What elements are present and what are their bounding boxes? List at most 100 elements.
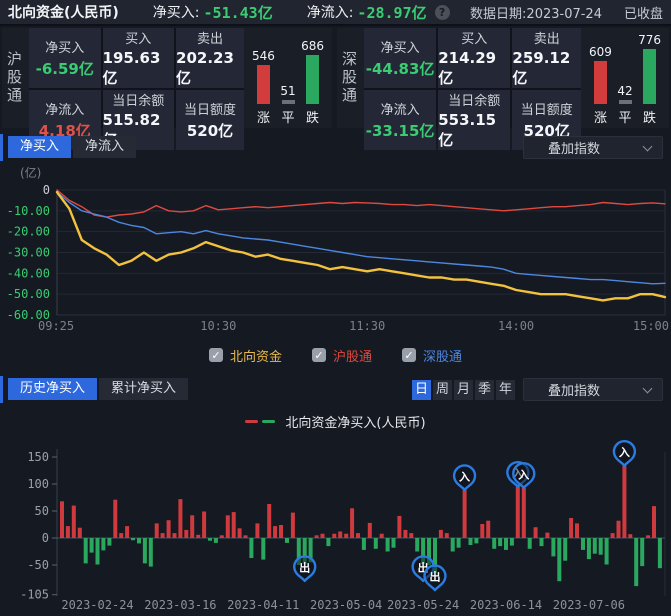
bar[interactable] bbox=[380, 534, 384, 538]
bar[interactable] bbox=[593, 538, 597, 554]
bar[interactable] bbox=[356, 533, 360, 538]
bar[interactable] bbox=[155, 523, 159, 538]
bar[interactable] bbox=[569, 518, 573, 538]
bar[interactable] bbox=[279, 525, 283, 538]
bar[interactable] bbox=[113, 500, 117, 538]
period-button-3[interactable]: 季 bbox=[475, 380, 494, 400]
bar[interactable] bbox=[516, 487, 520, 538]
bar[interactable] bbox=[498, 538, 502, 546]
bar[interactable] bbox=[202, 512, 206, 539]
bar[interactable] bbox=[96, 538, 100, 565]
bar[interactable] bbox=[338, 532, 342, 539]
bar[interactable] bbox=[622, 466, 626, 538]
bar[interactable] bbox=[255, 523, 259, 538]
bar[interactable] bbox=[403, 530, 407, 538]
bar[interactable] bbox=[522, 488, 526, 538]
bar[interactable] bbox=[60, 501, 64, 538]
bar[interactable] bbox=[66, 526, 70, 538]
legend-checkbox[interactable]: ✓ bbox=[312, 348, 326, 362]
bar[interactable] bbox=[143, 538, 147, 563]
bar[interactable] bbox=[634, 538, 638, 586]
bar[interactable] bbox=[161, 533, 165, 538]
bar[interactable] bbox=[78, 528, 82, 538]
bar[interactable] bbox=[232, 512, 236, 538]
bar[interactable] bbox=[534, 527, 538, 538]
bar[interactable] bbox=[415, 538, 419, 552]
history-bar-chart[interactable]: 150100500-50-1052023-02-242023-03-162023… bbox=[0, 432, 671, 616]
bar[interactable] bbox=[575, 523, 579, 538]
bar[interactable] bbox=[492, 538, 496, 549]
bar[interactable] bbox=[208, 538, 212, 541]
bar[interactable] bbox=[439, 530, 443, 538]
legend-checkbox[interactable]: ✓ bbox=[209, 348, 223, 362]
bar[interactable] bbox=[261, 538, 265, 560]
intraday-line-chart[interactable]: 0-10.00-20.00-30.00-40.00-50.00-60.0009:… bbox=[0, 178, 671, 342]
bar[interactable] bbox=[646, 535, 650, 538]
bar[interactable] bbox=[249, 538, 253, 558]
legend-checkbox[interactable]: ✓ bbox=[402, 348, 416, 362]
bar[interactable] bbox=[617, 521, 621, 538]
bar[interactable] bbox=[178, 499, 182, 538]
marker-pin-in[interactable]: 入 bbox=[614, 441, 635, 466]
bar[interactable] bbox=[291, 513, 295, 538]
bar[interactable] bbox=[244, 535, 248, 538]
bar[interactable] bbox=[463, 490, 467, 538]
marker-pin-in[interactable]: 入 bbox=[454, 465, 475, 490]
marker-pin-out[interactable]: 出 bbox=[294, 556, 315, 581]
help-icon[interactable]: ? bbox=[435, 5, 450, 20]
bar[interactable] bbox=[238, 528, 242, 538]
bar[interactable] bbox=[190, 515, 194, 538]
bar[interactable] bbox=[285, 538, 289, 543]
period-button-0[interactable]: 日 bbox=[412, 380, 431, 400]
overlay-index-dropdown[interactable]: 叠加指数 bbox=[523, 136, 663, 159]
bar[interactable] bbox=[480, 524, 484, 538]
tab-history-1[interactable]: 累计净买入 bbox=[99, 378, 188, 400]
bar[interactable] bbox=[510, 538, 514, 546]
bar[interactable] bbox=[469, 538, 473, 545]
bar[interactable] bbox=[605, 538, 609, 565]
bar[interactable] bbox=[652, 506, 656, 538]
bar[interactable] bbox=[119, 533, 123, 538]
bar[interactable] bbox=[321, 534, 325, 538]
bar[interactable] bbox=[486, 521, 490, 538]
bar[interactable] bbox=[315, 535, 319, 538]
tab-intraday-0[interactable]: 净买入 bbox=[8, 136, 71, 158]
bar[interactable] bbox=[184, 530, 188, 538]
bar[interactable] bbox=[220, 535, 224, 538]
marker-pin-out[interactable]: 出 bbox=[424, 566, 445, 591]
bar[interactable] bbox=[557, 538, 561, 581]
bar[interactable] bbox=[392, 538, 396, 548]
bar[interactable] bbox=[273, 526, 277, 538]
overlay-index-dropdown[interactable]: 叠加指数 bbox=[523, 378, 663, 401]
bar[interactable] bbox=[101, 538, 105, 550]
bar[interactable] bbox=[267, 504, 271, 538]
period-button-4[interactable]: 年 bbox=[496, 380, 515, 400]
bar[interactable] bbox=[167, 520, 171, 538]
bar[interactable] bbox=[545, 533, 549, 538]
bar[interactable] bbox=[581, 538, 585, 550]
bar[interactable] bbox=[451, 538, 455, 552]
bar[interactable] bbox=[326, 538, 330, 546]
bar[interactable] bbox=[563, 538, 567, 561]
bar[interactable] bbox=[474, 538, 478, 543]
bar[interactable] bbox=[540, 538, 544, 546]
bar[interactable] bbox=[504, 538, 508, 550]
bar[interactable] bbox=[611, 533, 615, 538]
bar[interactable] bbox=[386, 538, 390, 552]
bar[interactable] bbox=[599, 538, 603, 555]
bar[interactable] bbox=[628, 534, 632, 538]
bar[interactable] bbox=[173, 533, 177, 538]
bar[interactable] bbox=[214, 538, 218, 543]
bar[interactable] bbox=[551, 538, 555, 556]
bar[interactable] bbox=[90, 538, 94, 553]
bar[interactable] bbox=[125, 526, 129, 538]
tab-intraday-1[interactable]: 净流入 bbox=[73, 136, 136, 158]
bar[interactable] bbox=[640, 538, 644, 566]
bar[interactable] bbox=[368, 523, 372, 538]
bar[interactable] bbox=[131, 538, 135, 540]
bar[interactable] bbox=[226, 515, 230, 538]
bar[interactable] bbox=[350, 508, 354, 538]
bar[interactable] bbox=[397, 516, 401, 538]
bar[interactable] bbox=[409, 533, 413, 538]
bar[interactable] bbox=[445, 533, 449, 538]
